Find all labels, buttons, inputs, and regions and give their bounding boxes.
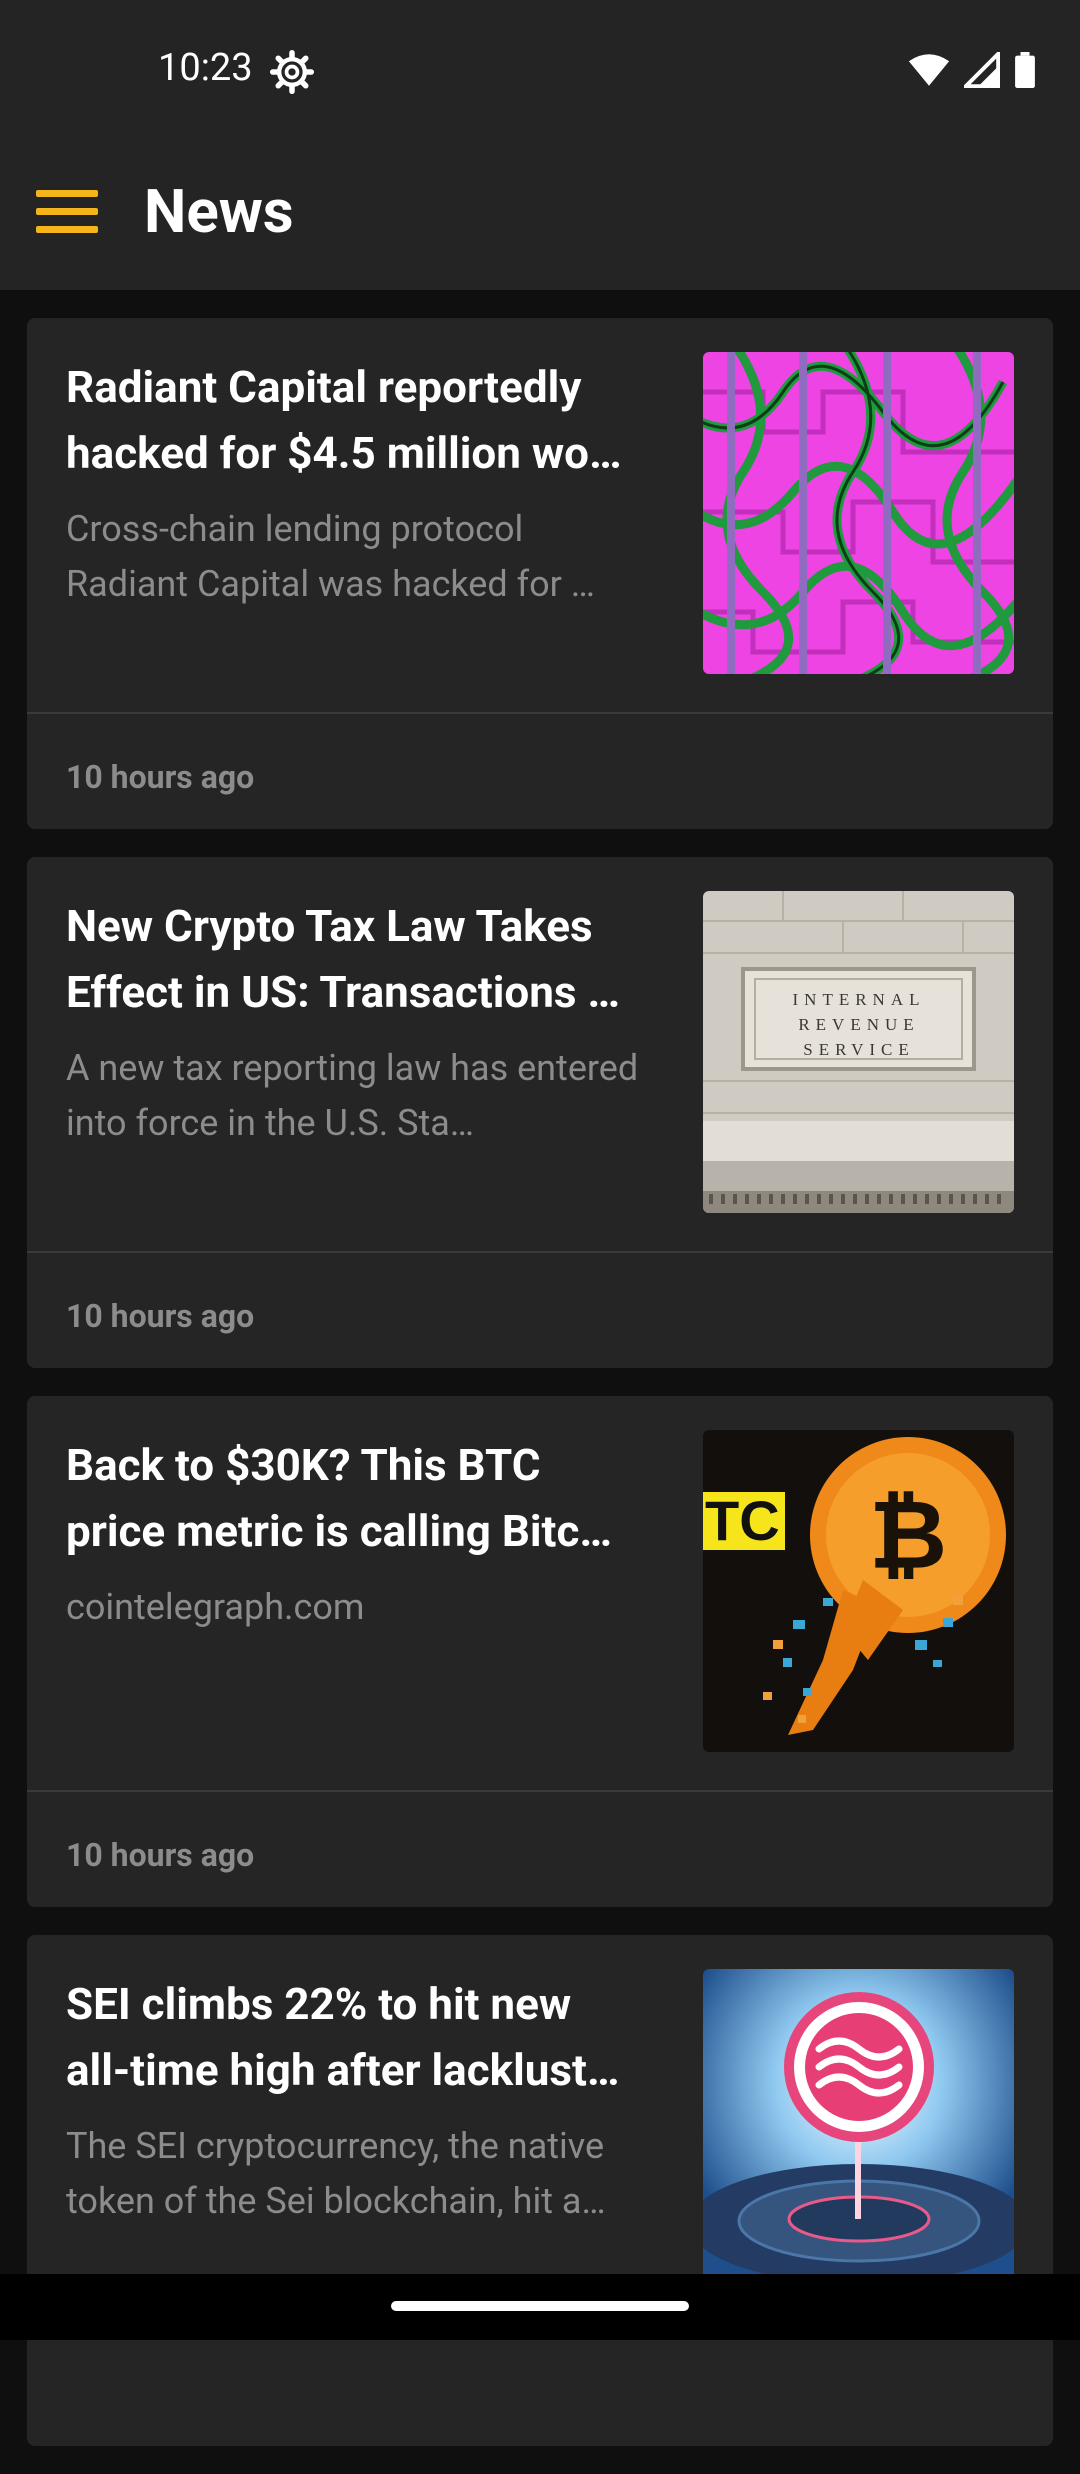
news-card-summary: cointelegraph.com: [66, 1586, 365, 1628]
news-card-time: 10 hours ago: [66, 1836, 255, 1874]
news-card-title: SEI climbs 22% to hit new all-time high …: [66, 1978, 620, 2096]
news-card[interactable]: Back to $30K? This BTC price metric is c…: [27, 1396, 1053, 1907]
home-gesture-handle[interactable]: [391, 2301, 689, 2311]
irs-sign-line-2: REVENUE: [798, 1015, 919, 1034]
page-title: News: [144, 176, 294, 247]
news-card-thumbnail: INTERNAL REVENUE SERVICE: [703, 891, 1014, 1213]
news-card-content[interactable]: Back to $30K? This BTC price metric is c…: [27, 1396, 1053, 1790]
settings-gear-icon: [270, 50, 314, 94]
news-card-content[interactable]: SEI climbs 22% to hit new all-time high …: [27, 1935, 1053, 2329]
wifi-icon: [908, 54, 950, 86]
thumbnail-btc-text: TC: [705, 1489, 780, 1552]
divider: [27, 1790, 1053, 1792]
news-card[interactable]: New Crypto Tax Law Takes Effect in US: T…: [27, 857, 1053, 1368]
news-card-content[interactable]: Radiant Capital reportedly hacked for $4…: [27, 318, 1053, 712]
news-card-title: Back to $30K? This BTC price metric is c…: [66, 1439, 612, 1557]
irs-sign-line-3: SERVICE: [803, 1040, 914, 1059]
news-card-summary: The SEI cryptocurrency, the native token…: [66, 2125, 606, 2222]
news-card-content[interactable]: New Crypto Tax Law Takes Effect in US: T…: [27, 857, 1053, 1251]
news-card[interactable]: Radiant Capital reportedly hacked for $4…: [27, 318, 1053, 829]
news-card-thumbnail: [703, 352, 1014, 674]
divider: [27, 1251, 1053, 1253]
app-bar: News: [0, 142, 1080, 290]
news-card-title: New Crypto Tax Law Takes Effect in US: T…: [66, 900, 621, 1018]
news-feed[interactable]: Radiant Capital reportedly hacked for $4…: [27, 318, 1053, 2474]
news-card-title: Radiant Capital reportedly hacked for $4…: [66, 361, 622, 479]
bitcoin-icon: ₿: [869, 1479, 947, 1591]
cellular-signal-icon: [964, 52, 1000, 88]
news-card-summary: A new tax reporting law has entered into…: [66, 1047, 639, 1144]
news-card[interactable]: SEI climbs 22% to hit new all-time high …: [27, 1935, 1053, 2446]
news-card-thumbnail: [703, 1969, 1014, 2291]
news-card-time: 10 hours ago: [66, 758, 255, 796]
irs-sign-line-1: INTERNAL: [793, 990, 926, 1009]
news-card-thumbnail: TC ₿: [703, 1430, 1014, 1752]
battery-icon: [1015, 52, 1035, 88]
divider: [27, 712, 1053, 714]
menu-hamburger-icon[interactable]: [36, 190, 98, 242]
news-card-time: 10 hours ago: [66, 1297, 255, 1335]
status-bar: 10:23: [0, 0, 1080, 142]
news-card-summary: Cross-chain lending protocol Radiant Cap…: [66, 508, 595, 605]
status-time: 10:23: [158, 46, 253, 90]
